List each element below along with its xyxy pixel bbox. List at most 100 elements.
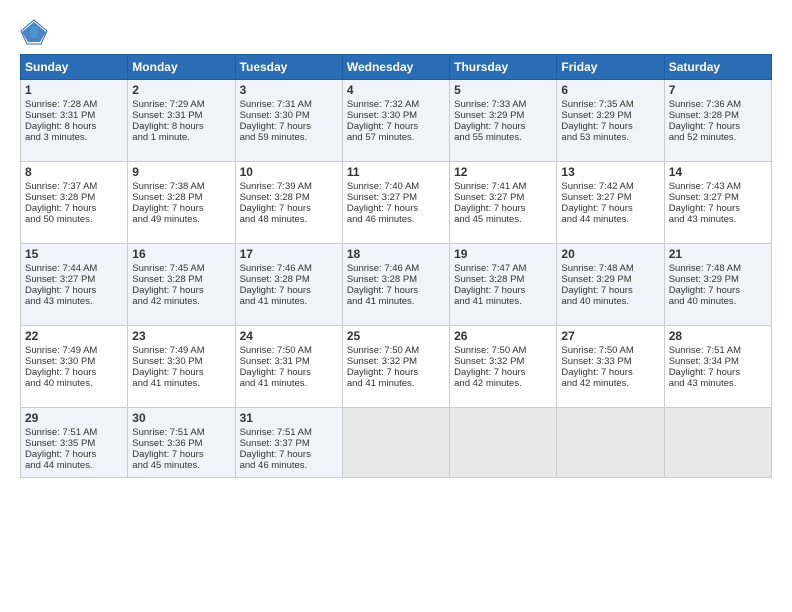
day-info-line: and 42 minutes.: [132, 296, 230, 307]
calendar-cell: 26Sunrise: 7:50 AMSunset: 3:32 PMDayligh…: [450, 326, 557, 408]
day-info-line: Sunset: 3:28 PM: [132, 274, 230, 285]
day-info-line: and 52 minutes.: [669, 132, 767, 143]
day-info-line: Sunset: 3:37 PM: [240, 438, 338, 449]
day-info-line: Sunrise: 7:33 AM: [454, 99, 552, 110]
day-info-line: and 41 minutes.: [240, 378, 338, 389]
weekday-header-sunday: Sunday: [21, 55, 128, 80]
logo-icon: [20, 18, 48, 46]
day-info-line: and 40 minutes.: [561, 296, 659, 307]
day-info-line: Sunset: 3:28 PM: [25, 192, 123, 203]
day-info-line: and 45 minutes.: [454, 214, 552, 225]
calendar-cell: 16Sunrise: 7:45 AMSunset: 3:28 PMDayligh…: [128, 244, 235, 326]
day-info-line: and 55 minutes.: [454, 132, 552, 143]
calendar-cell: 8 Sunrise: 7:37 AMSunset: 3:28 PMDaylight…: [21, 162, 128, 244]
weekday-header-friday: Friday: [557, 55, 664, 80]
day-info-line: Daylight: 7 hours: [454, 121, 552, 132]
day-info-line: Sunset: 3:31 PM: [240, 356, 338, 367]
day-info-line: Sunset: 3:27 PM: [561, 192, 659, 203]
calendar-cell: 15Sunrise: 7:44 AMSunset: 3:27 PMDayligh…: [21, 244, 128, 326]
day-info-line: and 46 minutes.: [347, 214, 445, 225]
calendar-cell: 3Sunrise: 7:31 AMSunset: 3:30 PMDaylight…: [235, 80, 342, 162]
calendar-cell: 2Sunrise: 7:29 AMSunset: 3:31 PMDaylight…: [128, 80, 235, 162]
day-info-line: and 41 minutes.: [347, 296, 445, 307]
calendar-cell: 7Sunrise: 7:36 AMSunset: 3:28 PMDaylight…: [664, 80, 771, 162]
day-info-line: Sunrise: 7:37 AM: [25, 181, 123, 192]
day-info-line: Sunrise: 7:51 AM: [132, 427, 230, 438]
day-info-line: Sunrise: 7:47 AM: [454, 263, 552, 274]
day-number: 25: [347, 329, 445, 343]
header: [20, 18, 772, 46]
day-info-line: Sunrise: 7:45 AM: [132, 263, 230, 274]
calendar-cell: [342, 408, 449, 478]
day-number: 7: [669, 83, 767, 97]
day-info-line: and 42 minutes.: [454, 378, 552, 389]
day-info-line: and 45 minutes.: [132, 460, 230, 471]
day-info-line: Sunrise: 7:38 AM: [132, 181, 230, 192]
day-info-line: Sunset: 3:28 PM: [454, 274, 552, 285]
day-info-line: Sunrise: 7:40 AM: [347, 181, 445, 192]
day-info-line: Sunset: 3:33 PM: [561, 356, 659, 367]
calendar-week-row: 1Sunrise: 7:28 AMSunset: 3:31 PMDaylight…: [21, 80, 772, 162]
day-info-line: and 44 minutes.: [25, 460, 123, 471]
day-number: 26: [454, 329, 552, 343]
day-number: 1: [25, 83, 123, 97]
day-info-line: Sunrise: 7:32 AM: [347, 99, 445, 110]
day-info-line: Daylight: 7 hours: [454, 285, 552, 296]
day-info-line: Sunrise: 7:31 AM: [240, 99, 338, 110]
day-number: 22: [25, 329, 123, 343]
day-info-line: Sunrise: 7:46 AM: [240, 263, 338, 274]
calendar-cell: 30Sunrise: 7:51 AMSunset: 3:36 PMDayligh…: [128, 408, 235, 478]
day-info-line: and 40 minutes.: [25, 378, 123, 389]
calendar-week-row: 8Sunrise: 7:37 AMSunset: 3:28 PMDaylight…: [21, 162, 772, 244]
day-info-line: Sunset: 3:29 PM: [561, 110, 659, 121]
day-info-line: Daylight: 7 hours: [669, 121, 767, 132]
weekday-header-saturday: Saturday: [664, 55, 771, 80]
day-info-line: Sunrise: 7:51 AM: [25, 427, 123, 438]
day-info-line: Sunrise: 7:51 AM: [669, 345, 767, 356]
day-info-line: Sunset: 3:27 PM: [25, 274, 123, 285]
logo: [20, 18, 52, 46]
day-number: 4: [347, 83, 445, 97]
calendar-cell: 10Sunrise: 7:39 AMSunset: 3:28 PMDayligh…: [235, 162, 342, 244]
page: SundayMondayTuesdayWednesdayThursdayFrid…: [0, 0, 792, 612]
day-info-line: Daylight: 7 hours: [25, 203, 123, 214]
day-number: 15: [25, 247, 123, 261]
calendar-cell: [664, 408, 771, 478]
day-info-line: and 59 minutes.: [240, 132, 338, 143]
day-info-line: Daylight: 7 hours: [132, 203, 230, 214]
day-info-line: Daylight: 7 hours: [132, 449, 230, 460]
day-info-line: Sunrise: 7:50 AM: [454, 345, 552, 356]
day-info-line: Sunrise: 7:43 AM: [669, 181, 767, 192]
day-number: 14: [669, 165, 767, 179]
calendar-cell: 4Sunrise: 7:32 AMSunset: 3:30 PMDaylight…: [342, 80, 449, 162]
day-info-line: Sunset: 3:30 PM: [240, 110, 338, 121]
day-info-line: Daylight: 8 hours: [25, 121, 123, 132]
day-info-line: Daylight: 7 hours: [347, 203, 445, 214]
day-info-line: and 43 minutes.: [669, 214, 767, 225]
calendar-week-row: 15 Sunrise: 7:44 AMSunset: 3:27 PM Dayligh…: [21, 244, 772, 326]
day-info-line: Daylight: 7 hours: [25, 449, 123, 460]
day-info-line: Daylight: 7 hours: [561, 367, 659, 378]
day-info-line: Sunrise: 7:48 AM: [561, 263, 659, 274]
day-info-line: Sunrise: 7:44 AM: [25, 263, 123, 274]
day-number: 27: [561, 329, 659, 343]
day-info-line: Daylight: 7 hours: [561, 203, 659, 214]
day-number: 16: [132, 247, 230, 261]
calendar-cell: 14Sunrise: 7:43 AMSunset: 3:27 PMDayligh…: [664, 162, 771, 244]
calendar-cell: 21Sunrise: 7:48 AMSunset: 3:29 PMDayligh…: [664, 244, 771, 326]
calendar-table: SundayMondayTuesdayWednesdayThursdayFrid…: [20, 54, 772, 478]
day-info-line: Daylight: 7 hours: [561, 121, 659, 132]
day-info-line: and 41 minutes.: [240, 296, 338, 307]
day-info-line: Daylight: 8 hours: [132, 121, 230, 132]
day-info-line: and 49 minutes.: [132, 214, 230, 225]
day-info-line: and 40 minutes.: [669, 296, 767, 307]
calendar-cell: 13Sunrise: 7:42 AMSunset: 3:27 PMDayligh…: [557, 162, 664, 244]
day-info-line: and 1 minute.: [132, 132, 230, 143]
day-info-line: Sunrise: 7:42 AM: [561, 181, 659, 192]
day-info-line: Sunset: 3:29 PM: [454, 110, 552, 121]
day-info-line: and 57 minutes.: [347, 132, 445, 143]
day-info-line: Sunrise: 7:28 AM: [25, 99, 123, 110]
day-number: 23: [132, 329, 230, 343]
day-number: 8: [25, 165, 123, 179]
calendar-cell: 6Sunrise: 7:35 AMSunset: 3:29 PMDaylight…: [557, 80, 664, 162]
